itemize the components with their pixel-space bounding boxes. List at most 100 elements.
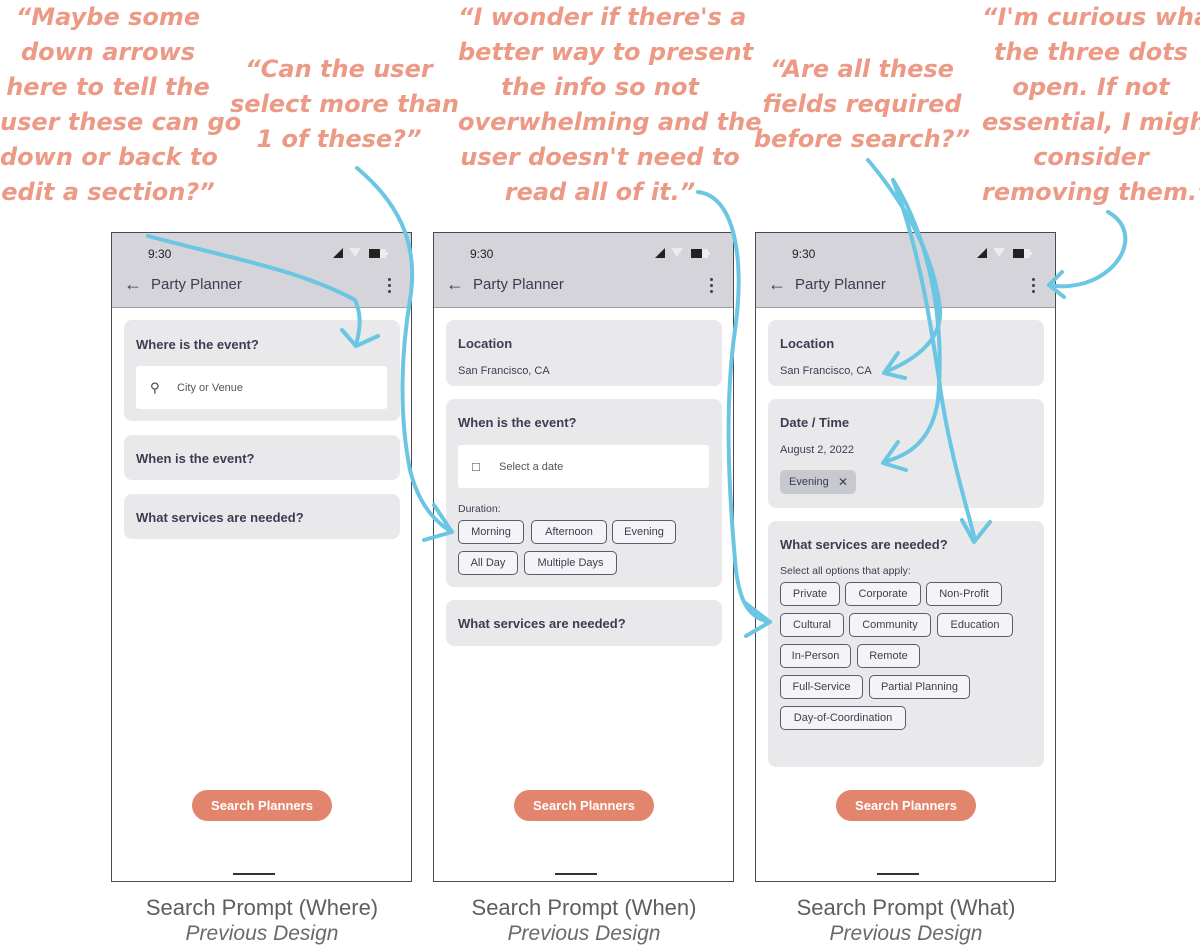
datetime-label: Date / Time <box>780 415 850 430</box>
services-card-collapsed[interactable]: What services are needed? <box>446 600 722 646</box>
signal-icon <box>655 248 665 258</box>
caption-title: Search Prompt (When) <box>471 895 697 920</box>
service-chip-full-service[interactable]: Full-Service <box>780 675 863 699</box>
status-time: 9:30 <box>148 247 172 261</box>
annotation-line: here to tell the <box>6 73 210 101</box>
annotation-line: “Maybe some <box>15 3 201 31</box>
date-placeholder: Select a date <box>499 461 564 473</box>
annotation-down-arrows: “Maybe some down arrows here to tell the… <box>0 0 242 210</box>
home-indicator <box>877 873 919 875</box>
more-vert-icon[interactable] <box>1032 277 1036 295</box>
duration-chip-afternoon[interactable]: Afternoon <box>531 520 607 544</box>
duration-chip-all-day[interactable]: All Day <box>458 551 518 575</box>
services-question: What services are needed? <box>458 616 626 631</box>
where-card[interactable]: Where is the event? ⚲ City or Venue <box>124 320 400 421</box>
annotation-line: before search?” <box>753 125 971 153</box>
service-chip-partial-planning[interactable]: Partial Planning <box>869 675 970 699</box>
service-chip-community[interactable]: Community <box>849 613 931 637</box>
search-icon: ⚲ <box>150 380 160 395</box>
duration-chip-multiple-days[interactable]: Multiple Days <box>524 551 617 575</box>
select-hint: Select all options that apply: <box>780 565 911 577</box>
service-chip-remote[interactable]: Remote <box>857 644 920 668</box>
service-chip-corporate[interactable]: Corporate <box>845 582 921 606</box>
service-chip-cultural[interactable]: Cultural <box>780 613 844 637</box>
more-vert-icon[interactable] <box>388 277 392 295</box>
service-chip-non-profit[interactable]: Non-Profit <box>926 582 1002 606</box>
duration-chip-morning[interactable]: Morning <box>458 520 524 544</box>
caption-subtitle: Previous Design <box>507 922 661 945</box>
date-value: August 2, 2022 <box>780 444 855 456</box>
close-icon[interactable]: ✕ <box>838 470 848 494</box>
status-time: 9:30 <box>470 247 494 261</box>
home-indicator <box>233 873 275 875</box>
app-bar: ← Party Planner <box>756 271 1055 308</box>
phone-where-screen: 9:30 ← Party Planner Where is the event?… <box>111 232 412 882</box>
duration-label: Duration: <box>458 503 501 515</box>
annotation-line: essential, I might <box>982 108 1200 136</box>
annotation-line: down or back to <box>0 143 218 171</box>
annotation-line: “I wonder if there's a <box>458 3 747 31</box>
datetime-card[interactable]: Date / Time August 2, 2022 Evening ✕ <box>768 399 1044 508</box>
services-question: What services are needed? <box>780 537 948 552</box>
back-arrow-icon[interactable]: ← <box>124 274 142 295</box>
annotation-line: better way to present <box>458 38 754 66</box>
services-question: What services are needed? <box>136 510 304 525</box>
annotation-line: the three dots <box>994 38 1188 66</box>
status-bar: 9:30 <box>756 233 1055 271</box>
signal-icon <box>977 248 987 258</box>
caption-subtitle: Previous Design <box>829 922 983 945</box>
date-input[interactable]: □ Select a date <box>458 445 709 488</box>
app-bar: ← Party Planner <box>112 271 411 308</box>
phone-when-screen: 9:30 ← Party Planner Location San Franci… <box>433 232 734 882</box>
service-chip-in-person[interactable]: In-Person <box>780 644 851 668</box>
service-chip-private[interactable]: Private <box>780 582 840 606</box>
service-chip-day-of-coordination[interactable]: Day-of-Coordination <box>780 706 906 730</box>
caption-when: Search Prompt (When) Previous Design <box>434 894 734 946</box>
wifi-icon <box>993 248 1005 257</box>
battery-icon <box>1013 249 1032 258</box>
caption-title: Search Prompt (Where) <box>145 895 379 920</box>
when-question: When is the event? <box>136 451 255 466</box>
location-label: Location <box>780 336 835 351</box>
back-arrow-icon[interactable]: ← <box>446 274 464 295</box>
arrow-to-three-dots <box>1047 210 1128 289</box>
location-card[interactable]: Location San Francisco, CA <box>446 320 722 386</box>
annotation-required-fields: “Are all these fields required before se… <box>752 52 972 157</box>
back-arrow-icon[interactable]: ← <box>768 274 786 295</box>
status-time: 9:30 <box>792 247 816 261</box>
when-card[interactable]: When is the event? □ Select a date Durat… <box>446 399 722 587</box>
status-bar: 9:30 <box>112 233 411 271</box>
search-placeholder: City or Venue <box>177 382 244 394</box>
search-planners-button[interactable]: Search Planners <box>192 790 332 821</box>
caption-where: Search Prompt (Where) Previous Design <box>112 894 412 946</box>
annotation-line: select more than <box>230 90 459 118</box>
annotation-line: 1 of these?” <box>256 125 422 153</box>
selected-time-chip[interactable]: Evening ✕ <box>780 470 856 494</box>
app-bar: ← Party Planner <box>434 271 733 308</box>
services-card[interactable]: What services are needed? Select all opt… <box>768 521 1044 767</box>
battery-icon <box>691 249 710 258</box>
annotation-line: fields required <box>762 90 962 118</box>
caption-title: Search Prompt (What) <box>796 895 1016 920</box>
annotation-line: open. If not <box>1012 73 1170 101</box>
annotation-line: down arrows <box>20 38 196 66</box>
when-card-collapsed[interactable]: When is the event? <box>124 435 400 480</box>
annotation-line: “Are all these <box>770 55 954 83</box>
selected-time-chip-label: Evening <box>789 476 829 488</box>
annotation-multi-select: “Can the user select more than 1 of thes… <box>230 52 459 157</box>
annotation-line: “Can the user <box>245 55 433 83</box>
annotation-line: user these can go <box>0 108 242 136</box>
annotation-line: the info so not <box>501 73 699 101</box>
search-planners-button[interactable]: Search Planners <box>514 790 654 821</box>
location-card[interactable]: Location San Francisco, CA <box>768 320 1044 386</box>
services-card-collapsed[interactable]: What services are needed? <box>124 494 400 539</box>
search-planners-button[interactable]: Search Planners <box>836 790 976 821</box>
service-chip-education[interactable]: Education <box>937 613 1013 637</box>
duration-chip-evening[interactable]: Evening <box>612 520 676 544</box>
city-venue-search-input[interactable]: ⚲ City or Venue <box>136 366 387 409</box>
more-vert-icon[interactable] <box>710 277 714 295</box>
app-title: Party Planner <box>795 276 886 293</box>
annotation-line: “I'm curious what <box>982 3 1200 31</box>
annotation-line: user doesn't need to <box>460 143 740 171</box>
annotation-line: overwhelming and the <box>458 108 762 136</box>
